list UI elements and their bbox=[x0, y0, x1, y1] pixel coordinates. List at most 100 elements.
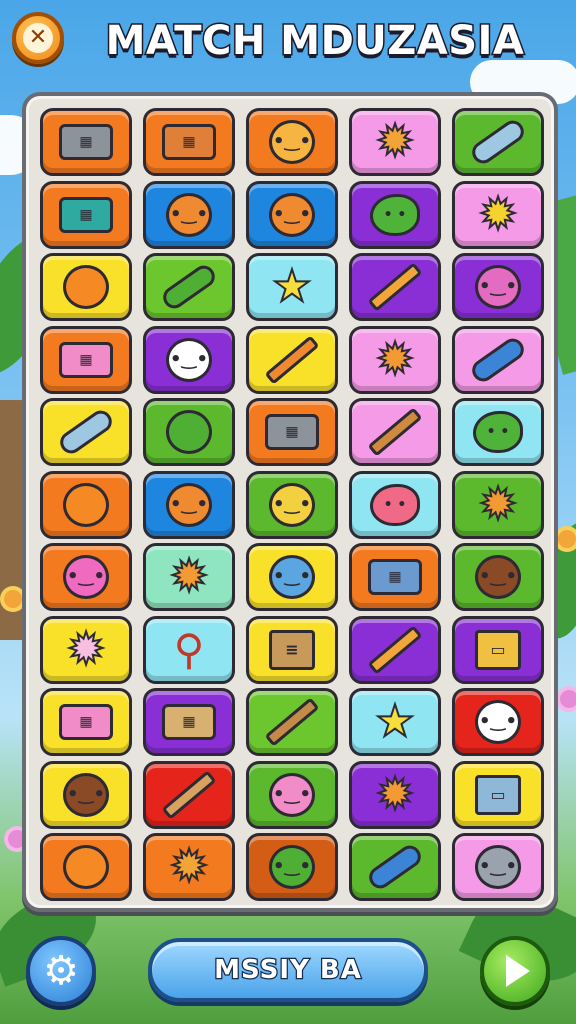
tile[interactable]: •‿• bbox=[452, 688, 544, 756]
game-board: ▦ ▦ •‿• ✹ ▦ •‿• •‿• • • ✹ ★ •‿• ▦ •‿• ✹ ▦ • • •‿• •‿• • • ✹… bbox=[22, 92, 558, 912]
tile[interactable] bbox=[349, 615, 441, 684]
tile[interactable]: •‿• bbox=[246, 543, 338, 611]
brown-bear-face-icon: •‿• bbox=[475, 555, 521, 599]
settings-button[interactable]: ⚙ bbox=[26, 936, 96, 1006]
tile[interactable] bbox=[349, 253, 441, 321]
tan-box-icon: ▦ bbox=[162, 704, 216, 740]
tile[interactable]: ✹ bbox=[143, 833, 235, 901]
fox-face-icon: •‿• bbox=[269, 192, 315, 237]
tile[interactable]: ▦ bbox=[143, 688, 235, 756]
tile[interactable]: • • bbox=[349, 180, 441, 249]
tile-grid: ▦ ▦ •‿• ✹ ▦ •‿• •‿• • • ✹ ★ •‿• ▦ •‿• ✹ ▦ • • •‿• •‿• • • ✹… bbox=[40, 108, 544, 901]
tile[interactable] bbox=[349, 833, 441, 901]
blue-tube-icon bbox=[55, 406, 117, 458]
tile[interactable]: ✹ bbox=[349, 325, 441, 394]
orange-fruit-icon bbox=[63, 482, 109, 527]
tile[interactable]: ✹ bbox=[452, 180, 544, 249]
brown-bear-face-icon: •‿• bbox=[63, 772, 109, 817]
action-button-label: MSSIY BA bbox=[213, 954, 362, 987]
green-telescope-icon bbox=[158, 261, 220, 313]
close-button[interactable]: ✕ bbox=[12, 12, 64, 64]
tile[interactable]: •‿• bbox=[40, 760, 132, 829]
tile[interactable] bbox=[40, 470, 132, 539]
action-button[interactable]: MSSIY BA bbox=[148, 938, 428, 1002]
teal-crate-icon: ▦ bbox=[59, 196, 113, 233]
blue-telescope-icon bbox=[364, 841, 426, 893]
bear-face-icon: •‿• bbox=[166, 482, 212, 527]
play-button[interactable] bbox=[480, 936, 550, 1006]
tile[interactable]: ✹ bbox=[349, 108, 441, 176]
tile[interactable]: •‿• bbox=[246, 760, 338, 829]
tile[interactable]: •‿• bbox=[143, 325, 235, 394]
tile[interactable] bbox=[143, 760, 235, 829]
pink-bear-face-icon: •‿• bbox=[63, 555, 109, 599]
green-turtle-icon: • • bbox=[370, 193, 420, 236]
computer-desk-icon: ▭ bbox=[475, 629, 521, 670]
tile[interactable]: ⚲ bbox=[143, 615, 235, 684]
pink-cat-face-icon: •‿• bbox=[269, 772, 315, 817]
lion-face-icon: ✹ bbox=[479, 478, 518, 530]
yellow-star-icon: ★ bbox=[374, 696, 415, 747]
tile[interactable]: ▦ bbox=[246, 398, 338, 466]
orange-speech-bubble-icon bbox=[63, 265, 109, 309]
tile[interactable]: •‿• bbox=[246, 470, 338, 539]
tile[interactable]: •‿• bbox=[246, 180, 338, 249]
yellow-star-icon: ★ bbox=[271, 261, 312, 312]
tile[interactable]: • • bbox=[452, 398, 544, 466]
blue-cat-icon: •‿• bbox=[269, 555, 315, 599]
pink-blob-icon: • • bbox=[370, 483, 420, 526]
tile[interactable]: ≡ bbox=[246, 615, 338, 684]
tile[interactable]: ▦ bbox=[349, 543, 441, 611]
tile[interactable]: ▭ bbox=[452, 615, 544, 684]
tile[interactable]: •‿• bbox=[143, 180, 235, 249]
tile[interactable]: •‿• bbox=[452, 833, 544, 901]
sun-face-icon: ✹ bbox=[479, 188, 518, 240]
tile[interactable] bbox=[452, 325, 544, 394]
tile[interactable]: ▦ bbox=[40, 180, 132, 249]
blue-telescope-icon bbox=[467, 333, 529, 386]
flower bbox=[560, 690, 576, 708]
tile[interactable] bbox=[40, 833, 132, 901]
white-ghost-icon: •‿• bbox=[166, 337, 212, 382]
tile[interactable]: •‿• bbox=[40, 543, 132, 611]
green-ball-icon bbox=[166, 410, 212, 454]
tile[interactable]: ▦ bbox=[40, 688, 132, 756]
pink-bear-face-icon: •‿• bbox=[475, 265, 521, 309]
tile[interactable]: ✹ bbox=[143, 543, 235, 611]
tile[interactable]: ★ bbox=[349, 688, 441, 756]
tile[interactable] bbox=[246, 325, 338, 394]
pink-porcupine-icon: ✹ bbox=[67, 623, 106, 675]
tile[interactable] bbox=[349, 398, 441, 466]
yellow-cat-icon: •‿• bbox=[269, 482, 315, 527]
tile[interactable]: ✹ bbox=[40, 615, 132, 684]
gear-icon: ⚙ bbox=[43, 948, 79, 994]
bear-face-icon: •‿• bbox=[166, 192, 212, 237]
tile[interactable]: ▭ bbox=[452, 760, 544, 829]
tile[interactable]: ✹ bbox=[349, 760, 441, 829]
brown-pencil-icon bbox=[367, 407, 423, 457]
tile[interactable] bbox=[40, 253, 132, 321]
fox-sun-face-icon: ✹ bbox=[170, 841, 209, 892]
tile[interactable] bbox=[246, 688, 338, 756]
tile[interactable]: ▦ bbox=[40, 325, 132, 394]
tile[interactable]: •‿• bbox=[246, 108, 338, 176]
tile[interactable]: •‿• bbox=[452, 543, 544, 611]
flower bbox=[558, 530, 576, 548]
tile[interactable] bbox=[452, 108, 544, 176]
tile[interactable]: ★ bbox=[246, 253, 338, 321]
magnifier-icon: ⚲ bbox=[173, 624, 205, 674]
tile[interactable]: • • bbox=[349, 470, 441, 539]
tile[interactable]: •‿• bbox=[246, 833, 338, 901]
tile[interactable] bbox=[143, 253, 235, 321]
tile[interactable]: ▦ bbox=[40, 108, 132, 176]
tile[interactable] bbox=[40, 398, 132, 466]
tile[interactable]: ✹ bbox=[452, 470, 544, 539]
tile[interactable]: ▦ bbox=[143, 108, 235, 176]
tile[interactable]: •‿• bbox=[143, 470, 235, 539]
gray-crate-icon: ▦ bbox=[265, 414, 319, 450]
tile[interactable]: •‿• bbox=[452, 253, 544, 321]
hammer-icon bbox=[264, 697, 320, 747]
cat-face-icon: •‿• bbox=[269, 120, 315, 164]
green-turtle-icon: • • bbox=[473, 411, 523, 453]
tile[interactable] bbox=[143, 398, 235, 466]
